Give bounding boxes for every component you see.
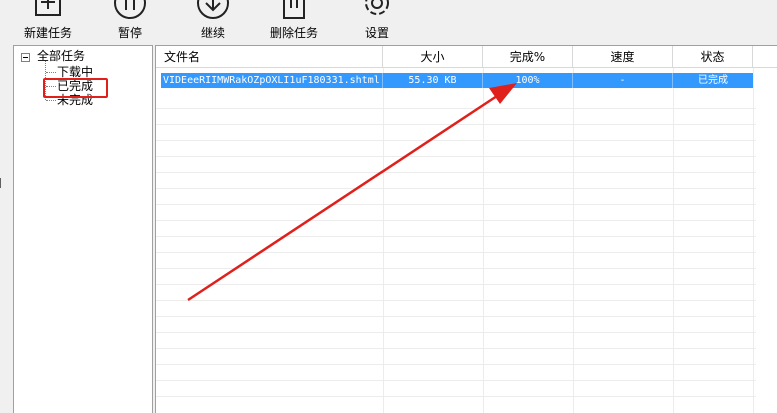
cell-filename: VIDEeeRIIMWRakOZpOXLI1uF180331.shtml <box>161 73 383 88</box>
grid-line <box>383 68 384 413</box>
list-right-margin <box>756 68 777 413</box>
cell-status: 已完成 <box>698 75 728 86</box>
cell-progress: 100% <box>483 73 573 88</box>
grid-line <box>156 268 756 269</box>
column-header-status[interactable]: 状态 <box>673 46 753 67</box>
grid-line <box>156 348 756 349</box>
cell-size: 55.30 KB <box>383 73 483 88</box>
cell-speed: - <box>573 73 673 88</box>
new-task-button[interactable]: 新建任务 <box>18 0 78 42</box>
grid-line <box>156 396 756 397</box>
grid-line <box>156 364 756 365</box>
splitter-grip[interactable] <box>0 178 4 188</box>
grid-line <box>156 188 756 189</box>
tree-item-all-tasks[interactable]: 全部任务 <box>37 50 85 63</box>
grid-line <box>156 172 756 173</box>
pause-label: 暂停 <box>117 26 142 40</box>
settings-button[interactable]: 设置 <box>352 0 402 42</box>
table-row[interactable]: VIDEeeRIIMWRakOZpOXLI1uF180331.shtml 55.… <box>161 73 753 88</box>
column-header-speed[interactable]: 速度 <box>573 46 673 67</box>
resume-button[interactable]: 继续 <box>188 0 238 42</box>
grid-line <box>156 204 756 205</box>
column-header-size[interactable]: 大小 <box>383 46 483 67</box>
grid-line <box>156 332 756 333</box>
toolbar: 新建任务 暂停 继续 删除任务 设置 <box>0 0 777 42</box>
grid-line <box>753 68 754 413</box>
task-category-tree: 全部任务 下载中 已完成 未完成 <box>13 45 153 413</box>
list-header: 文件名 大小 完成% 速度 状态 <box>156 46 777 68</box>
grid-line <box>156 284 756 285</box>
column-header-progress[interactable]: 完成% <box>483 46 573 67</box>
trash-icon <box>283 0 305 19</box>
new-task-icon <box>35 0 61 16</box>
pause-button[interactable]: 暂停 <box>105 0 155 42</box>
grid-line <box>156 380 756 381</box>
grid-line <box>156 220 756 221</box>
delete-task-button[interactable]: 删除任务 <box>264 0 324 42</box>
grid-line <box>156 124 756 125</box>
grid-line <box>156 252 756 253</box>
grid-line <box>156 300 756 301</box>
grid-line <box>156 108 756 109</box>
grid-line <box>156 236 756 237</box>
grid-line <box>156 316 756 317</box>
collapse-toggle[interactable] <box>21 53 30 62</box>
grid-line <box>673 68 674 413</box>
grid-line <box>483 68 484 413</box>
pause-icon <box>114 0 146 19</box>
annotation-highlight-box <box>43 78 108 98</box>
task-list: 文件名 大小 完成% 速度 状态 VIDEeeRIIMWRakOZpOXLI1u… <box>155 45 777 413</box>
tree-connector <box>46 72 56 73</box>
grid-line <box>156 140 756 141</box>
grid-line <box>156 156 756 157</box>
gear-icon <box>365 0 389 15</box>
new-task-label: 新建任务 <box>23 26 72 40</box>
delete-task-label: 删除任务 <box>269 26 318 40</box>
column-header-filename[interactable]: 文件名 <box>156 46 383 67</box>
download-arrow-icon <box>197 0 229 19</box>
resume-label: 继续 <box>200 26 225 40</box>
settings-label: 设置 <box>364 26 389 40</box>
grid-line <box>573 68 574 413</box>
tree-connector <box>46 100 56 101</box>
